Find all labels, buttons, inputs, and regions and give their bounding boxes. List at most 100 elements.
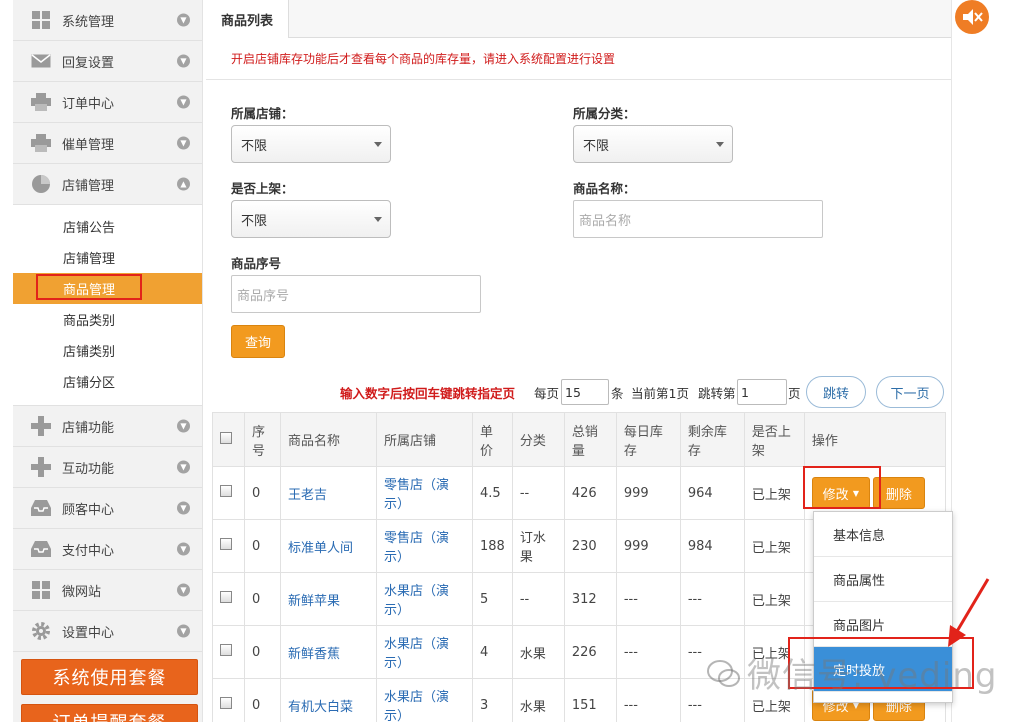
grid-icon [31, 11, 51, 29]
col-header-name: 商品名称 [280, 412, 377, 467]
cell-sales: 230 [563, 519, 617, 573]
cell-price: 4.5 [472, 466, 513, 520]
query-button[interactable]: 查询 [231, 325, 285, 358]
cell-onshelf: 已上架 [743, 466, 805, 520]
cell-sales: 226 [563, 625, 617, 679]
shop-link[interactable]: 零售店（演示） [384, 478, 449, 512]
mute-speaker-icon[interactable] [955, 0, 989, 34]
cell-remaining-stock: 964 [679, 466, 745, 520]
cell-daily-stock: --- [615, 572, 681, 626]
sidebar-item-settings[interactable]: 设置中心 ▼ [13, 611, 202, 652]
menu-item-basic-info[interactable]: 基本信息 [814, 512, 952, 557]
submenu-item-districts[interactable]: 店铺分区 [13, 366, 202, 397]
sidebar-item-label: 设置中心 [62, 625, 115, 641]
sidebar-item-reminders[interactable]: 催单管理 ▼ [13, 123, 202, 164]
col-header-shop: 所属店铺 [376, 412, 473, 467]
sidebar-item-label: 系统管理 [62, 14, 115, 30]
cell-sales: 426 [563, 466, 617, 520]
product-sku-input[interactable]: 商品序号 [231, 275, 481, 313]
product-name-input[interactable]: 商品名称 [573, 200, 823, 238]
arrow-annotation-icon [948, 578, 990, 647]
onshelf-select-value: 不限 [241, 213, 268, 229]
col-header-no: 序号 [244, 412, 281, 467]
sidebar-item-reply[interactable]: 回复设置 ▼ [13, 41, 202, 82]
onshelf-select[interactable]: 不限 [231, 200, 391, 238]
system-package-button[interactable]: 系统使用套餐 [21, 659, 198, 695]
product-name-link[interactable]: 新鲜香蕉 [288, 647, 340, 662]
product-name-link[interactable]: 新鲜苹果 [288, 594, 340, 609]
watermark: 微信号: veding [707, 648, 997, 698]
submenu-item-notice[interactable]: 店铺公告 [13, 211, 202, 242]
sidebar-item-microsite[interactable]: 微网站 ▼ [13, 570, 202, 611]
shop-link[interactable]: 水果店（演示） [384, 690, 449, 722]
col-header-category: 分类 [511, 412, 565, 467]
caret-down-icon [374, 217, 382, 222]
cell-category: 订水果 [511, 519, 565, 573]
table-header-row: 序号 商品名称 所属店铺 单价 分类 总销量 每日库存 剩余库存 是否上架 操作 [212, 412, 947, 467]
shop-link[interactable]: 水果店（演示） [384, 637, 449, 671]
jump-button[interactable]: 跳转 [806, 376, 866, 408]
shop-select-value: 不限 [241, 138, 268, 154]
per-page-input[interactable]: 15 [561, 379, 609, 405]
row-checkbox[interactable] [220, 485, 232, 497]
row-checkbox[interactable] [220, 644, 232, 656]
order-reminder-package-button[interactable]: 订单提醒套餐 [21, 704, 198, 722]
tab-product-list[interactable]: 商品列表 [206, 0, 289, 38]
product-name-link[interactable]: 王老吉 [288, 488, 327, 503]
col-header-actions: 操作 [803, 412, 947, 467]
sidebar-item-orders[interactable]: 订单中心 ▼ [13, 82, 202, 123]
row-checkbox[interactable] [220, 538, 232, 550]
sidebar-item-interactive[interactable]: 互动功能 ▼ [13, 447, 202, 488]
chevron-up-icon: ▲ [177, 177, 190, 191]
submenu-item-products[interactable]: 商品管理 [13, 273, 202, 304]
cell-price: 5 [472, 572, 513, 626]
printer-icon [31, 134, 51, 152]
cell-sales: 151 [563, 678, 617, 722]
col-header-onshelf: 是否上架 [743, 412, 805, 467]
category-select[interactable]: 不限 [573, 125, 733, 163]
category-filter-label: 所属分类： [573, 106, 636, 121]
cell-no: 0 [244, 625, 281, 679]
jump-suffix: 页 [788, 386, 801, 401]
row-checkbox[interactable] [220, 591, 232, 603]
col-header-remaining-stock: 剩余库存 [679, 412, 745, 467]
per-page-suffix: 条 [611, 386, 624, 401]
next-page-button[interactable]: 下一页 [876, 376, 944, 408]
plus-icon [31, 416, 51, 436]
sidebar-item-shop[interactable]: 店铺管理 ▲ [13, 164, 202, 205]
product-name-link[interactable]: 有机大白菜 [288, 700, 353, 715]
col-header-daily-stock: 每日库存 [615, 412, 681, 467]
shop-link[interactable]: 零售店（演示） [384, 531, 449, 565]
submenu-item-shop-categories[interactable]: 店铺类别 [13, 335, 202, 366]
sidebar-item-customers[interactable]: 顾客中心 ▼ [13, 488, 202, 529]
sidebar-item-label: 催单管理 [62, 137, 115, 153]
select-all-checkbox[interactable] [220, 431, 232, 444]
jump-page-input[interactable]: 1 [737, 379, 787, 405]
shop-link[interactable]: 水果店（演示） [384, 584, 449, 618]
plus-icon [31, 457, 51, 477]
cell-price: 188 [472, 519, 513, 573]
sidebar-item-label: 店铺管理 [62, 178, 115, 194]
submenu-item-product-categories[interactable]: 商品类别 [13, 304, 202, 335]
menu-item-attributes[interactable]: 商品属性 [814, 557, 952, 602]
row-checkbox[interactable] [220, 697, 232, 709]
sidebar-item-system[interactable]: 系统管理 ▼ [13, 0, 202, 41]
current-page-text: 当前第1页 [631, 386, 689, 401]
chevron-down-icon: ▼ [177, 624, 190, 638]
sidebar-item-payment[interactable]: 支付中心 ▼ [13, 529, 202, 570]
pie-chart-icon [31, 175, 51, 193]
sidebar-item-label: 回复设置 [62, 55, 115, 71]
product-name-link[interactable]: 标准单人间 [288, 541, 353, 556]
submenu-item-shops[interactable]: 店铺管理 [13, 242, 202, 273]
sidebar-item-shop-features[interactable]: 店铺功能 ▼ [13, 406, 202, 447]
chevron-down-icon: ▼ [177, 460, 190, 474]
cell-category: -- [511, 572, 565, 626]
cell-daily-stock: 999 [615, 519, 681, 573]
col-header-price: 单价 [472, 412, 513, 467]
shop-submenu: 店铺公告 店铺管理 商品管理 商品类别 店铺类别 店铺分区 [13, 205, 202, 406]
shop-select[interactable]: 不限 [231, 125, 391, 163]
inventory-notice: 开启店铺库存功能后才查看每个商品的库存量，请进入系统配置进行设置 [206, 38, 951, 80]
sidebar-item-label: 互动功能 [62, 461, 115, 477]
sidebar-item-label: 支付中心 [62, 543, 115, 559]
cell-category: 水果 [511, 678, 565, 722]
